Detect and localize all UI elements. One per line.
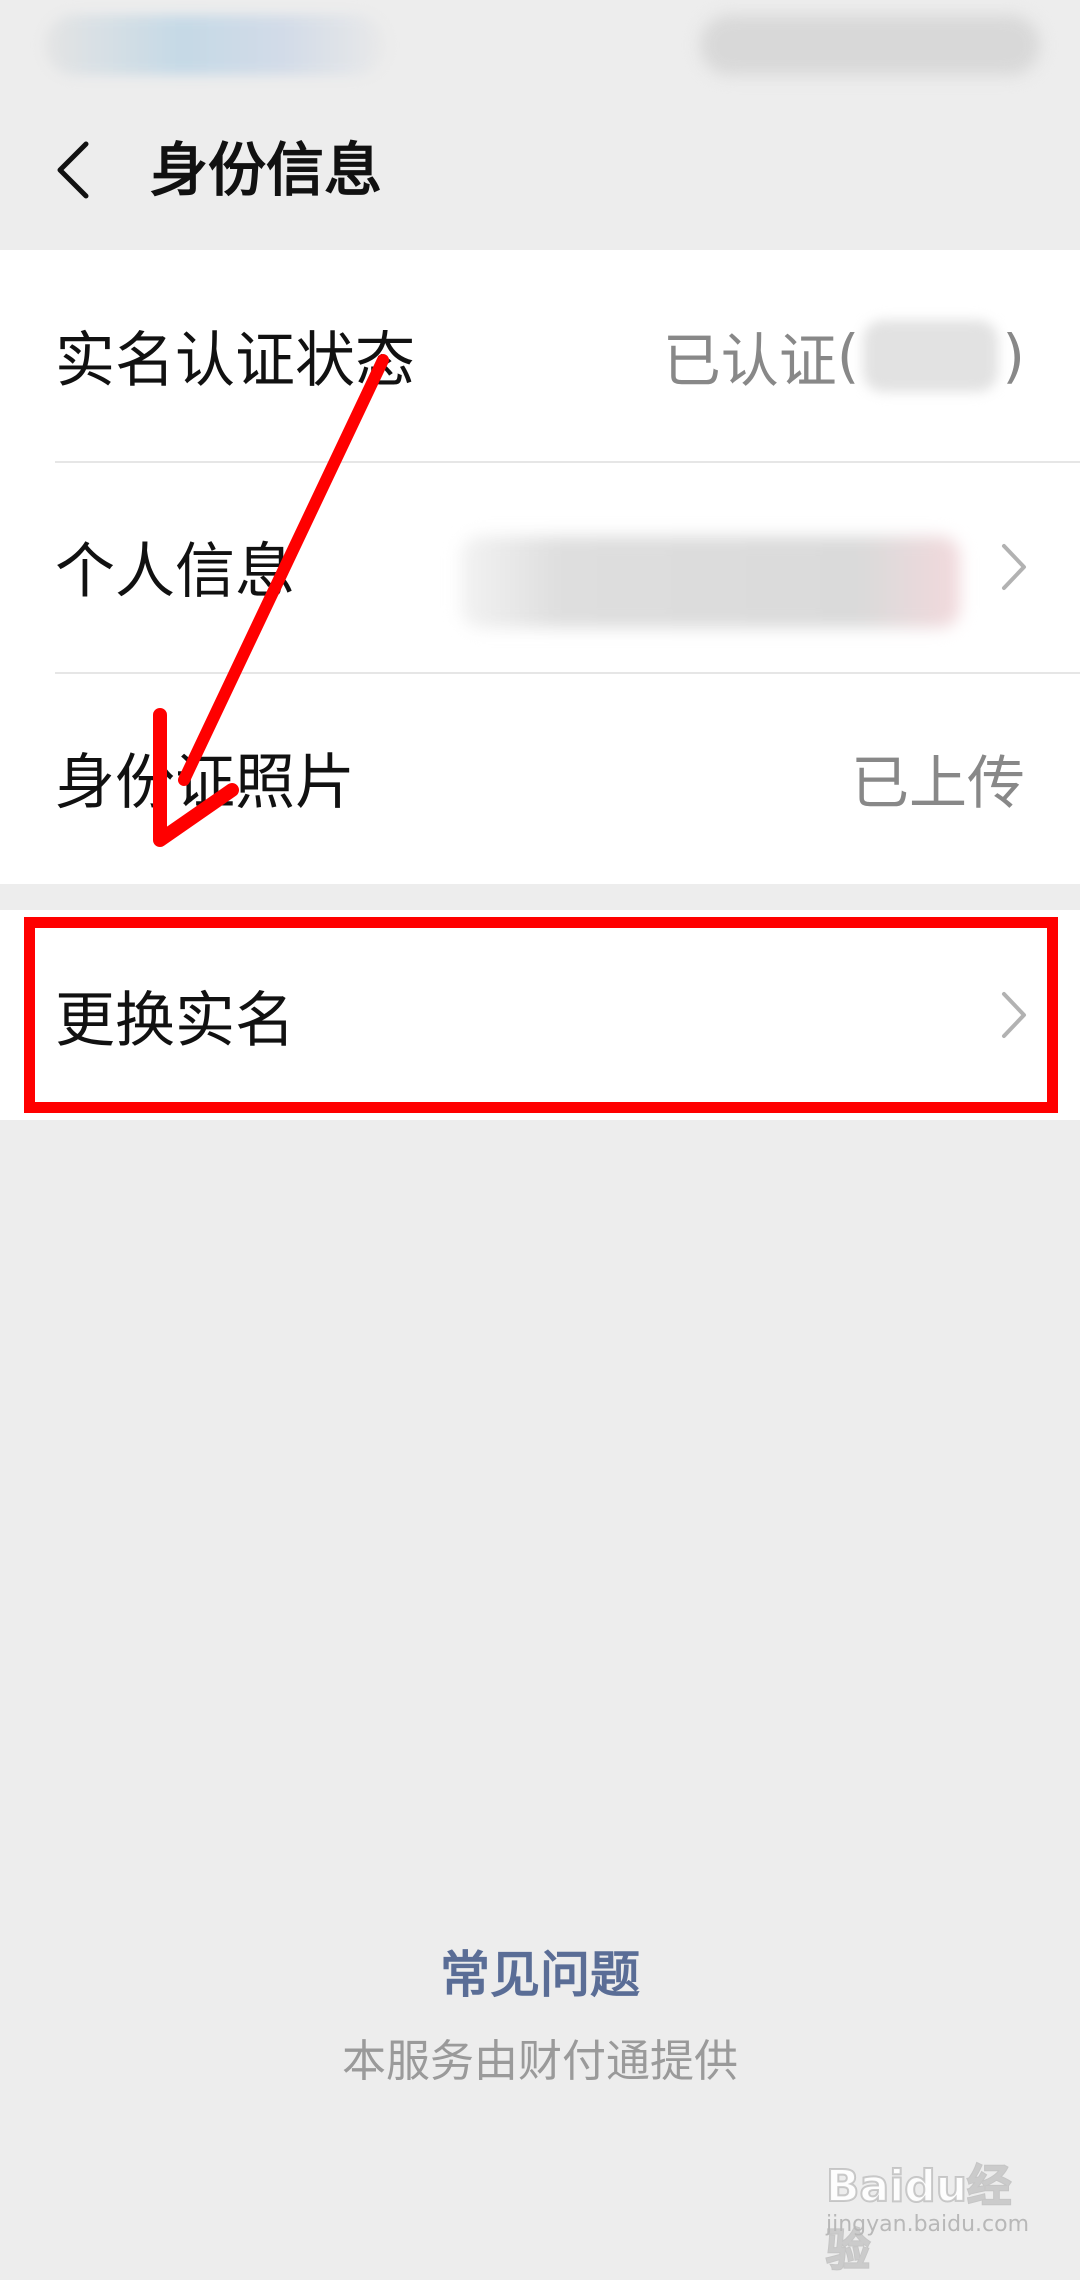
faq-link[interactable]: 常见问题 xyxy=(0,1935,1080,2007)
service-provider-note: 本服务由财付通提供 xyxy=(342,2036,738,2087)
baidu-jingyan-watermark: Baidu经验 jingyan.baidu.com xyxy=(825,2150,1030,2277)
watermark-site: jingyan.baidu.com xyxy=(826,2212,1030,2237)
annotation-arrow xyxy=(153,354,389,847)
